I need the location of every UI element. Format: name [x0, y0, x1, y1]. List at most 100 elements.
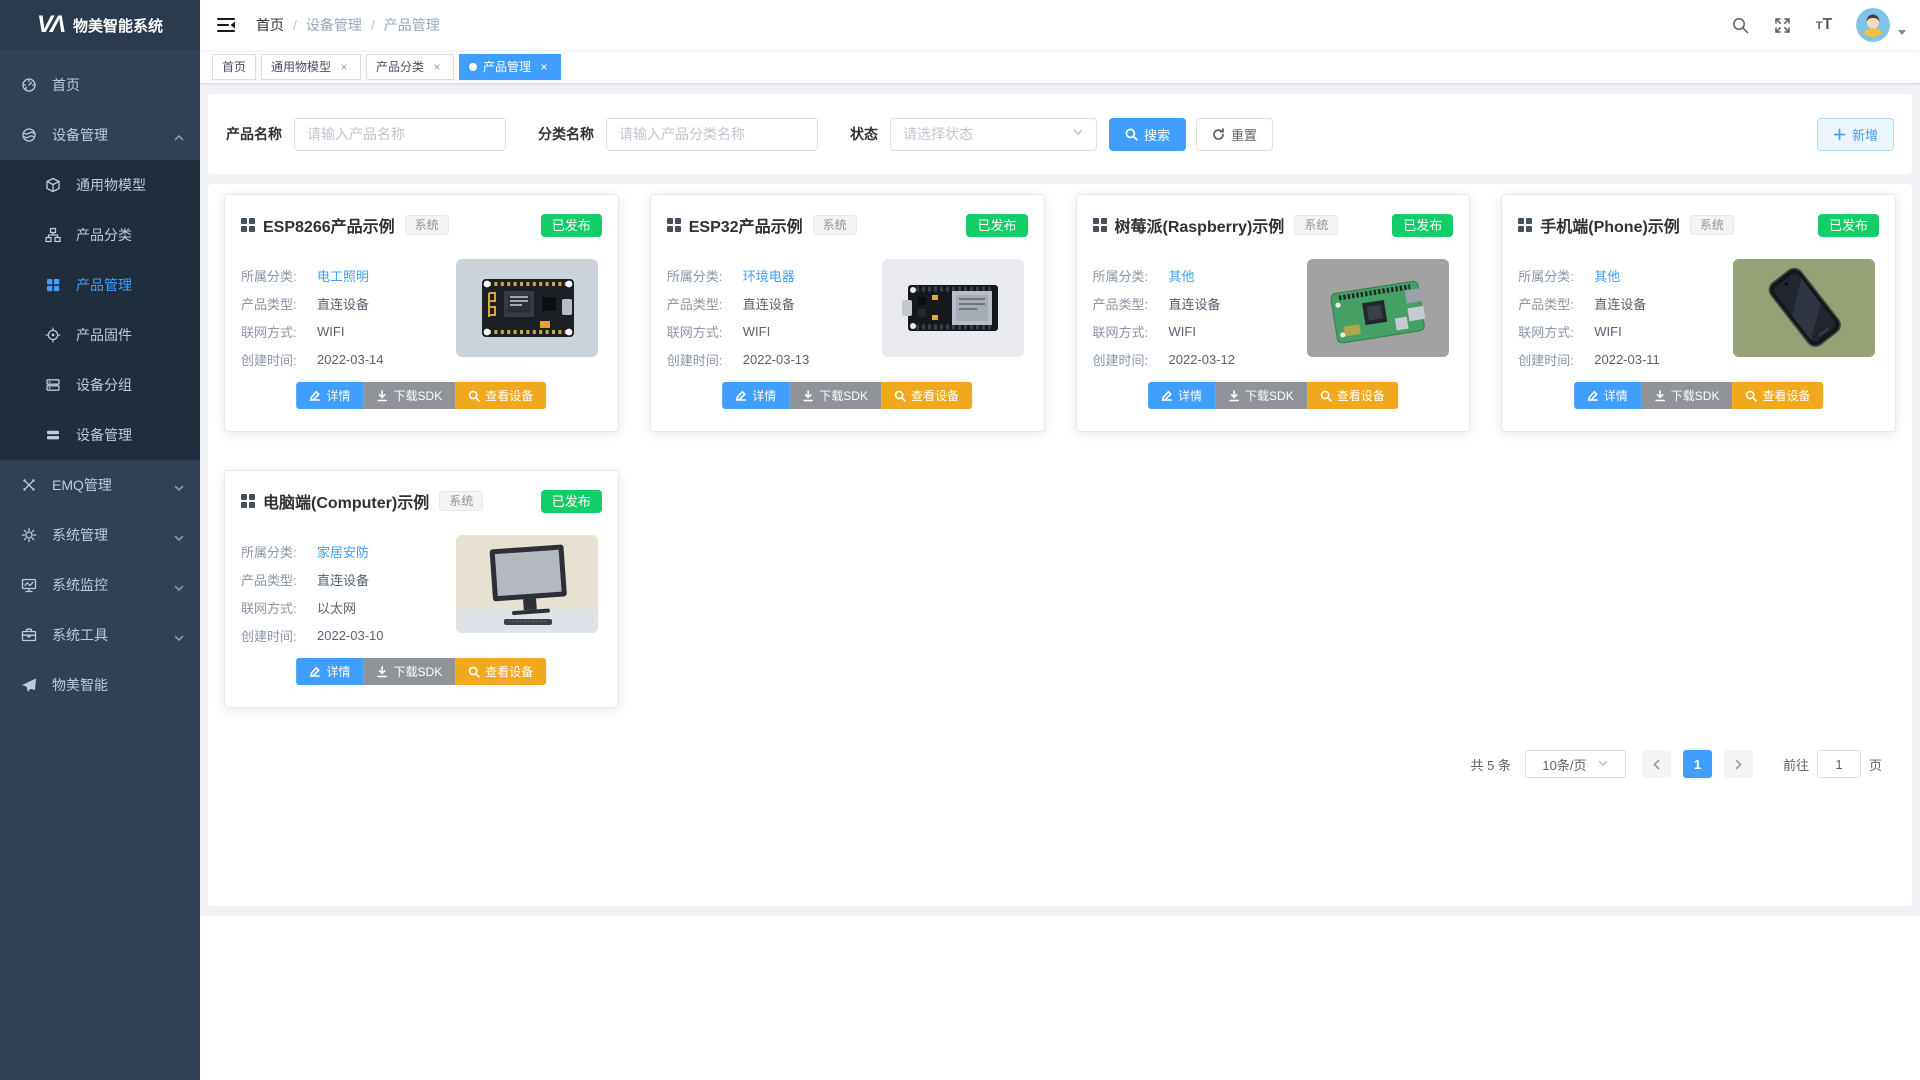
product-image-esp8266 [456, 259, 598, 357]
field-label: 联网方式: [241, 598, 317, 617]
field-value: 2022-03-10 [317, 628, 384, 643]
download-sdk-button[interactable]: 下载SDK [789, 382, 881, 409]
field-label: 创建时间: [241, 626, 317, 645]
search-icon [894, 390, 906, 402]
sidebar-item-thing-model[interactable]: 通用物模型 [0, 160, 200, 210]
sidebar-item-product-category[interactable]: 产品分类 [0, 210, 200, 260]
view-devices-button[interactable]: 查看设备 [1307, 382, 1398, 409]
prev-page-button[interactable] [1642, 750, 1671, 778]
field-value: 以太网 [317, 598, 356, 617]
download-sdk-button[interactable]: 下载SDK [364, 658, 456, 685]
detail-button-label: 详情 [1604, 387, 1628, 404]
reset-button[interactable]: 重置 [1196, 118, 1273, 151]
sidebar-item-label: 系统工具 [52, 625, 108, 645]
detail-button[interactable]: 详情 [1574, 382, 1641, 409]
field-value: 直连设备 [317, 294, 369, 313]
sidebar-item-emq-management[interactable]: EMQ管理 [0, 460, 200, 510]
sidebar-item-device-group[interactable]: 设备分组 [0, 360, 200, 410]
chevron-down-icon [174, 530, 184, 540]
goto-page-input[interactable] [1817, 750, 1861, 778]
product-image-computer [456, 535, 598, 633]
detail-button[interactable]: 详情 [1148, 382, 1215, 409]
breadcrumb-device-management: 设备管理 [306, 15, 362, 35]
download-icon [802, 390, 814, 402]
tab-product-management[interactable]: 产品管理 × [459, 54, 561, 80]
breadcrumb-home[interactable]: 首页 [256, 15, 284, 35]
font-size-icon[interactable]: TT [1806, 0, 1842, 50]
category-link[interactable]: 其他 [1169, 266, 1195, 285]
fullscreen-icon[interactable] [1764, 0, 1800, 50]
page-number-1[interactable]: 1 [1683, 750, 1712, 778]
download-sdk-button[interactable]: 下载SDK [364, 382, 456, 409]
view-devices-button[interactable]: 查看设备 [455, 658, 546, 685]
product-name: 电脑端(Computer)示例 [263, 489, 429, 513]
sidebar-item-system-monitor[interactable]: 系统监控 [0, 560, 200, 610]
detail-button-label: 详情 [1178, 387, 1202, 404]
add-button[interactable]: 新增 [1817, 118, 1894, 151]
detail-button[interactable]: 详情 [297, 658, 364, 685]
sidebar-item-device-list[interactable]: 设备管理 [0, 410, 200, 460]
category-link[interactable]: 环境电器 [743, 266, 795, 285]
pagination: 共 5 条 10条/页 1 前往 页 [1471, 750, 1883, 778]
sidebar-item-product-management[interactable]: 产品管理 [0, 260, 200, 310]
emq-icon [20, 476, 38, 494]
search-icon [1125, 128, 1138, 141]
product-name-input[interactable] [294, 118, 506, 151]
product-card-raspberry: 树莓派(Raspberry)示例 系统 已发布 所属分类:其他 产品类型:直连设… [1076, 194, 1471, 432]
plus-icon [1833, 128, 1846, 141]
download-sdk-button[interactable]: 下载SDK [1641, 382, 1733, 409]
reset-button-label: 重置 [1231, 125, 1257, 144]
category-link[interactable]: 家居安防 [317, 542, 369, 561]
field-value: 直连设备 [317, 570, 369, 589]
search-icon[interactable] [1722, 0, 1758, 50]
category-link[interactable]: 其他 [1594, 266, 1620, 285]
sidebar-menu: 首页 设备管理 通用物模型 产品分类 [0, 50, 200, 710]
tab-home[interactable]: 首页 [212, 54, 256, 80]
sidebar-item-label: 产品固件 [76, 325, 132, 345]
status-select[interactable]: 请选择状态 [890, 118, 1097, 151]
detail-button[interactable]: 详情 [297, 382, 364, 409]
app-logo[interactable]: VΛ 物美智能系统 [0, 0, 200, 50]
sidebar-item-system-tools[interactable]: 系统工具 [0, 610, 200, 660]
tab-product-category[interactable]: 产品分类 × [366, 54, 454, 80]
detail-button[interactable]: 详情 [722, 382, 789, 409]
download-sdk-button[interactable]: 下载SDK [1215, 382, 1307, 409]
download-icon [377, 390, 389, 402]
sidebar-item-wumei-smart[interactable]: 物美智能 [0, 660, 200, 710]
view-devices-button[interactable]: 查看设备 [881, 382, 972, 409]
user-menu[interactable] [1856, 8, 1906, 42]
field-label: 产品类型: [667, 294, 743, 313]
product-name: 手机端(Phone)示例 [1540, 213, 1680, 237]
view-devices-button[interactable]: 查看设备 [1732, 382, 1823, 409]
device-management-submenu: 通用物模型 产品分类 产品管理 产品固件 [0, 160, 200, 460]
category-link[interactable]: 电工照明 [317, 266, 369, 285]
sidebar-fold-icon[interactable] [214, 13, 238, 37]
field-label: 产品类型: [1518, 294, 1594, 313]
sidebar-item-home[interactable]: 首页 [0, 60, 200, 110]
view-devices-button[interactable]: 查看设备 [455, 382, 546, 409]
sidebar-item-product-firmware[interactable]: 产品固件 [0, 310, 200, 360]
view-devices-label: 查看设备 [485, 663, 533, 680]
firmware-icon [44, 326, 62, 344]
field-label: 创建时间: [1518, 350, 1594, 369]
product-grid-icon [667, 218, 681, 232]
sitemap-icon [44, 226, 62, 244]
category-name-input[interactable] [606, 118, 818, 151]
product-grid-icon [241, 494, 255, 508]
close-icon[interactable]: × [537, 60, 551, 74]
status-badge: 已发布 [966, 214, 1027, 237]
close-icon[interactable]: × [337, 60, 351, 74]
page-size-select[interactable]: 10条/页 [1525, 750, 1626, 778]
breadcrumb-separator: / [371, 17, 375, 33]
view-devices-label: 查看设备 [911, 387, 959, 404]
product-card-esp32: ESP32产品示例 系统 已发布 所属分类:环境电器 产品类型:直连设备 联网方… [650, 194, 1045, 432]
tab-thing-model[interactable]: 通用物模型 × [261, 54, 361, 80]
sidebar-item-device-management[interactable]: 设备管理 [0, 110, 200, 160]
detail-button-label: 详情 [327, 663, 351, 680]
close-icon[interactable]: × [430, 60, 444, 74]
sidebar-item-system-management[interactable]: 系统管理 [0, 510, 200, 560]
app-title: 物美智能系统 [73, 15, 163, 36]
field-label: 创建时间: [667, 350, 743, 369]
search-button[interactable]: 搜索 [1109, 118, 1186, 151]
next-page-button[interactable] [1724, 750, 1753, 778]
